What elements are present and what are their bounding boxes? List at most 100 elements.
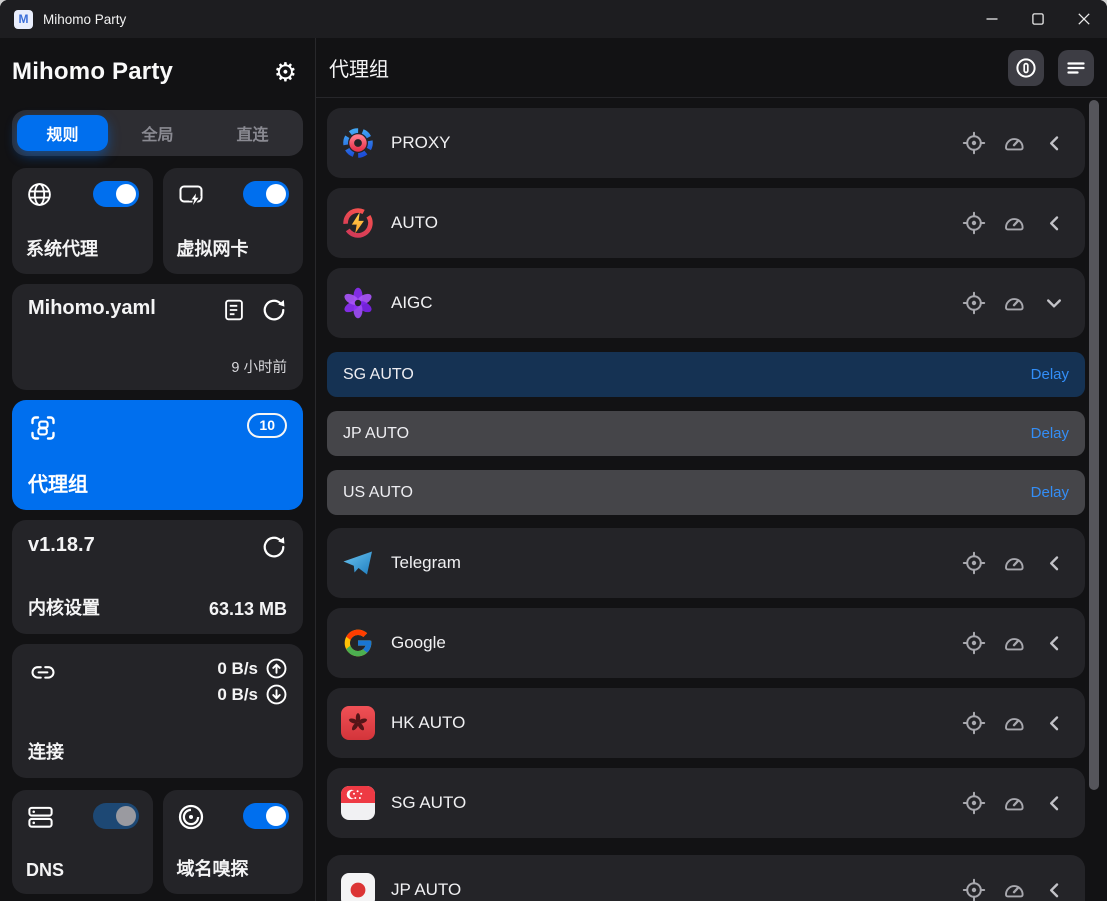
profile-updated-time: 9 小时前: [231, 356, 287, 377]
upload-speed: 0 B/s: [217, 659, 258, 679]
delay-test-button[interactable]: [997, 626, 1031, 660]
edit-profile-button[interactable]: [221, 297, 247, 323]
dns-card[interactable]: DNS: [12, 790, 153, 894]
proxy-groups-page: 代理组: [316, 38, 1107, 901]
tab-global-mode[interactable]: 全局: [112, 115, 203, 151]
toggle-knob: [116, 806, 136, 826]
proxy-group-row-telegram[interactable]: Telegram: [327, 528, 1085, 598]
delay-test-button[interactable]: [997, 786, 1031, 820]
expand-chevron-button[interactable]: [1037, 873, 1071, 901]
proxy-group-row-auto[interactable]: AUTO: [327, 188, 1085, 258]
sniffing-toggle[interactable]: [243, 803, 289, 829]
proxy-group-name: HK AUTO: [391, 713, 957, 733]
minimize-button[interactable]: [969, 0, 1015, 38]
dns-label: DNS: [26, 860, 139, 881]
sniffing-card[interactable]: 域名嗅探: [163, 790, 304, 894]
link-icon: [28, 658, 58, 688]
proxy-group-count-badge: 10: [247, 413, 287, 438]
sidebar-item-proxy-groups[interactable]: 10 代理组: [12, 400, 303, 510]
proxy-item-name: US AUTO: [343, 484, 413, 502]
locate-proxy-button[interactable]: [957, 706, 991, 740]
core-settings-card[interactable]: v1.18.7 内核设置 63.13 MB: [12, 520, 303, 634]
chevron-left-icon: [1042, 631, 1066, 655]
document-icon: [221, 297, 247, 323]
proxy-group-row-sg-auto[interactable]: SG AUTO: [327, 768, 1085, 838]
locate-proxy-button[interactable]: [957, 626, 991, 660]
crosshair-icon: [962, 631, 986, 655]
toggle-knob: [266, 184, 286, 204]
proxy-group-name: Telegram: [391, 553, 957, 573]
locate-proxy-button[interactable]: [957, 206, 991, 240]
system-proxy-card[interactable]: 系统代理: [12, 168, 153, 274]
expand-chevron-button[interactable]: [1037, 206, 1071, 240]
dns-server-icon: [26, 803, 55, 832]
connections-card[interactable]: 0 B/s 0 B/s 连接: [12, 644, 303, 778]
collapse-chevron-button[interactable]: [1037, 286, 1071, 320]
delay-value-button[interactable]: Delay: [1031, 484, 1069, 501]
crosshair-icon: [962, 551, 986, 575]
core-memory-usage: 63.13 MB: [209, 599, 287, 620]
page-header: 代理组: [316, 38, 1107, 98]
locate-proxy-button[interactable]: [957, 873, 991, 901]
expand-chevron-button[interactable]: [1037, 786, 1071, 820]
expand-chevron-button[interactable]: [1037, 546, 1071, 580]
proxy-item-sg-auto[interactable]: SG AUTO Delay: [327, 352, 1085, 397]
sniffing-radar-icon: [177, 803, 205, 831]
speedometer-icon: [1002, 551, 1026, 575]
vertical-scrollbar[interactable]: [1089, 100, 1099, 790]
expand-chevron-button[interactable]: [1037, 706, 1071, 740]
expand-chevron-button[interactable]: [1037, 626, 1071, 660]
expand-chevron-button[interactable]: [1037, 126, 1071, 160]
locate-proxy-button[interactable]: [957, 546, 991, 580]
proxy-group-row-jp-auto[interactable]: JP AUTO: [327, 855, 1085, 901]
proxy-group-row-hk-auto[interactable]: HK AUTO: [327, 688, 1085, 758]
proxy-group-row-google[interactable]: Google: [327, 608, 1085, 678]
app-title: Mihomo Party: [12, 58, 173, 86]
maximize-button[interactable]: [1015, 0, 1061, 38]
system-proxy-toggle[interactable]: [93, 181, 139, 207]
locate-proxy-button[interactable]: [957, 286, 991, 320]
system-proxy-label: 系统代理: [26, 235, 139, 261]
speedometer-icon: [1002, 131, 1026, 155]
proxy-group-row-proxy[interactable]: PROXY: [327, 108, 1085, 178]
circle-arrow-down-icon: [266, 684, 287, 705]
delay-test-button[interactable]: [997, 126, 1031, 160]
crosshair-icon: [962, 291, 986, 315]
proxy-group-name: Google: [391, 633, 957, 653]
delay-test-button[interactable]: [997, 286, 1031, 320]
sort-button[interactable]: [1058, 50, 1094, 86]
crosshair-icon: [962, 711, 986, 735]
delay-test-button[interactable]: [997, 706, 1031, 740]
virtual-nic-toggle[interactable]: [243, 181, 289, 207]
delay-value-button[interactable]: Delay: [1031, 425, 1069, 442]
proxy-group-name: AIGC: [391, 293, 957, 313]
singapore-flag-icon: [341, 786, 375, 820]
proxy-item-jp-auto[interactable]: JP AUTO Delay: [327, 411, 1085, 456]
restart-core-button[interactable]: [261, 534, 287, 560]
speedometer-icon: [1002, 211, 1026, 235]
proxy-item-name: SG AUTO: [343, 366, 414, 384]
settings-button[interactable]: ⚙: [268, 59, 303, 85]
circle-arrow-up-icon: [266, 658, 287, 679]
connections-label: 连接: [28, 738, 287, 764]
tab-direct-mode[interactable]: 直连: [207, 115, 298, 151]
delay-value-button[interactable]: Delay: [1031, 366, 1069, 383]
locate-proxy-button[interactable]: [957, 126, 991, 160]
chevron-down-icon: [1042, 291, 1066, 315]
delay-test-button[interactable]: [997, 873, 1031, 901]
proxy-group-list: PROXY: [327, 98, 1085, 901]
virtual-nic-card[interactable]: 虚拟网卡: [163, 168, 304, 274]
delay-test-button[interactable]: [997, 206, 1031, 240]
profile-card[interactable]: Mihomo.yaml: [12, 284, 303, 390]
tab-rule-mode[interactable]: 规则: [17, 115, 108, 151]
proxy-group-row-aigc[interactable]: AIGC: [327, 268, 1085, 338]
pause-delay-test-button[interactable]: [1008, 50, 1044, 86]
close-button[interactable]: [1061, 0, 1107, 38]
locate-proxy-button[interactable]: [957, 786, 991, 820]
proxy-item-us-auto[interactable]: US AUTO Delay: [327, 470, 1085, 515]
update-profile-button[interactable]: [261, 297, 287, 323]
dns-toggle[interactable]: [93, 803, 139, 829]
delay-test-button[interactable]: [997, 546, 1031, 580]
titlebar: M Mihomo Party: [0, 0, 1107, 38]
speedometer-icon: [1002, 291, 1026, 315]
